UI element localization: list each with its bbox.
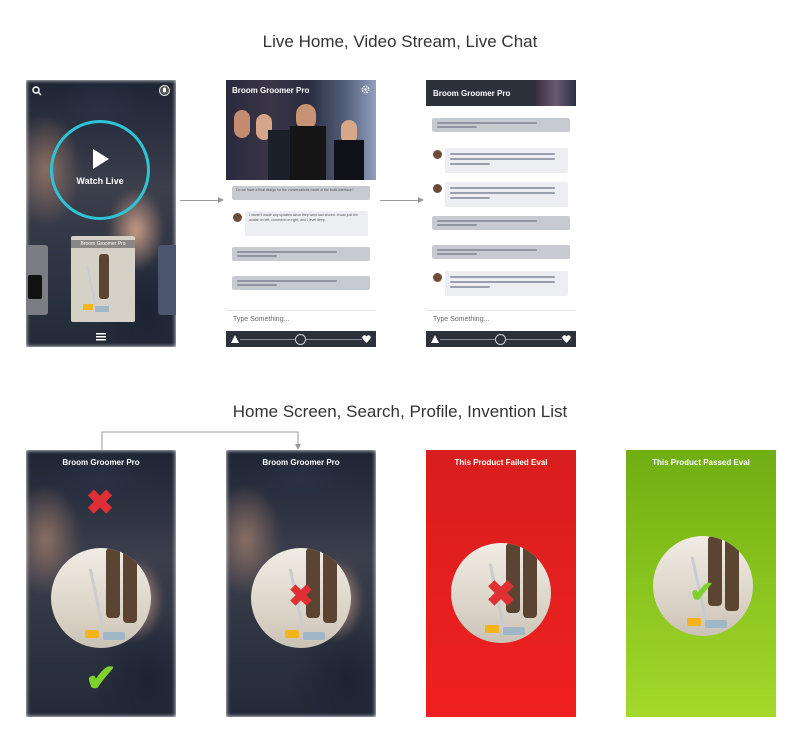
eval-result-title: This Product Failed Eval: [454, 458, 548, 467]
screen-failed-eval: This Product Failed Eval ✖: [426, 450, 576, 717]
watch-live-button[interactable]: Watch Live: [50, 120, 150, 220]
screen-live-home: Watch Live Broom Groomer Pro: [26, 80, 176, 347]
avatar: [433, 150, 442, 159]
section-title-top: Live Home, Video Stream, Live Chat: [262, 32, 538, 51]
chat-question-bubble: [432, 118, 570, 132]
chat-question-bubble: [432, 245, 570, 259]
chat-reply-bubble: [445, 271, 568, 296]
chat-question-bubble: [232, 276, 370, 290]
side-card-right[interactable]: [158, 245, 176, 315]
play-icon: [93, 149, 109, 169]
product-photo: [51, 548, 151, 648]
screen-passed-eval: This Product Passed Eval ✔: [626, 450, 776, 717]
heart-icon[interactable]: [562, 335, 571, 343]
chat-reply-bubble: I haven't made any updates since they we…: [245, 211, 368, 236]
home-icon[interactable]: [231, 335, 239, 343]
screen-title: Broom Groomer Pro: [262, 458, 340, 467]
bottom-bar: [226, 331, 376, 347]
product-card[interactable]: Broom Groomer Pro: [71, 236, 135, 322]
video-title: Broom Groomer Pro: [232, 86, 310, 95]
chat-question-bubble: [432, 216, 570, 230]
chat-question-bubble: [232, 247, 370, 261]
screen-video-stream: Broom Groomer Pro Do we have a final des…: [226, 80, 376, 347]
gear-icon[interactable]: [361, 85, 370, 94]
reject-x-icon[interactable]: ✖: [84, 486, 116, 520]
section-title-bottom: Home Screen, Search, Profile, Invention …: [232, 402, 568, 421]
screen-title: Broom Groomer Pro: [62, 458, 140, 467]
flow-arrow-head: [218, 197, 224, 203]
approve-check-icon[interactable]: ✔: [82, 660, 120, 698]
eval-result-title: This Product Passed Eval: [652, 458, 750, 467]
message-input[interactable]: Type Something...: [426, 310, 576, 331]
avatar: [433, 184, 442, 193]
video-player[interactable]: [226, 80, 376, 180]
watch-live-label: Watch Live: [76, 176, 124, 186]
reject-x-icon: ✖: [485, 573, 517, 614]
approve-check-icon: ✔: [689, 576, 715, 609]
mic-icon[interactable]: [495, 334, 506, 345]
screen-live-chat: Broom Groomer Pro Type Something...: [426, 80, 576, 347]
chat-reply-bubble: [445, 148, 568, 173]
flow-arrow-head: [418, 197, 424, 203]
chat-header: Broom Groomer Pro: [426, 80, 536, 106]
message-placeholder: Type Something...: [233, 316, 290, 323]
mic-icon[interactable]: [295, 334, 306, 345]
screen-search: Broom Groomer Pro ✖: [226, 450, 376, 717]
message-placeholder: Type Something...: [433, 316, 490, 323]
flow-arrow-line: [180, 200, 220, 201]
flow-arrow-line: [380, 200, 420, 201]
message-input[interactable]: Type Something...: [226, 310, 376, 331]
avatar: [233, 213, 242, 222]
chat-question-bubble: Do we have a final design for the conver…: [232, 186, 370, 200]
chat-question-text: Do we have a final design for the conver…: [236, 188, 354, 192]
mini-video-thumbnail[interactable]: [536, 80, 576, 106]
screen-home: Broom Groomer Pro ✖ ✔: [26, 450, 176, 717]
chat-header-title: Broom Groomer Pro: [433, 89, 511, 98]
avatar: [433, 273, 442, 282]
menu-icon[interactable]: [96, 333, 106, 341]
product-card-title: Broom Groomer Pro: [71, 240, 135, 248]
heart-icon[interactable]: [362, 335, 371, 343]
reject-x-icon[interactable]: ✖: [285, 582, 317, 612]
flow-connector: [101, 431, 301, 450]
side-card-left[interactable]: [26, 245, 48, 315]
mic-icon[interactable]: [159, 85, 170, 96]
chat-reply-bubble: [445, 182, 568, 207]
search-icon[interactable]: [32, 86, 42, 96]
chat-reply-text: I haven't made any updates since they we…: [249, 213, 359, 222]
bottom-bar: [426, 331, 576, 347]
home-icon[interactable]: [431, 335, 439, 343]
